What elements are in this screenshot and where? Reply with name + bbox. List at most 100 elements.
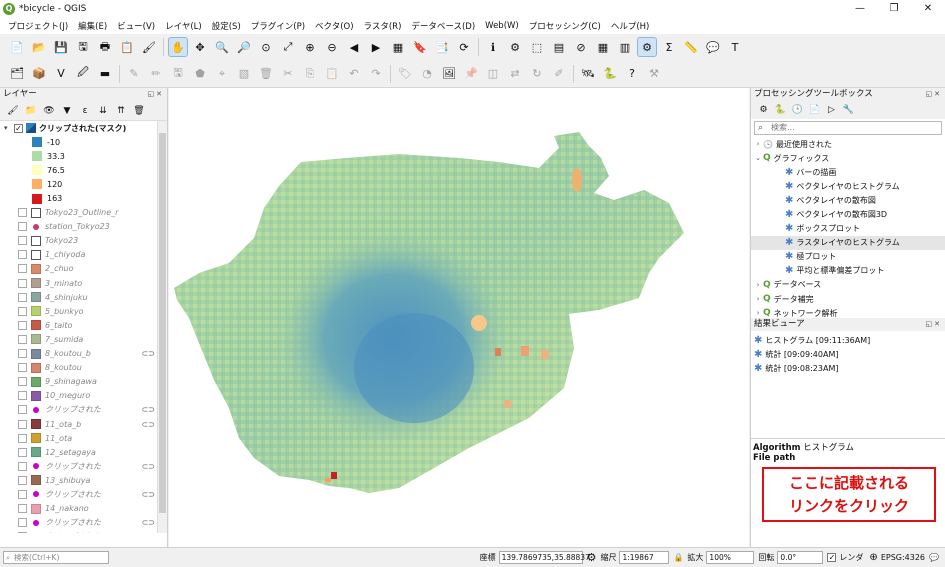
scale-field[interactable]: 1:19867 xyxy=(619,551,670,564)
layer-row[interactable]: 8_koutou_b ⊂⊃ xyxy=(0,347,167,361)
zoom-full-icon[interactable]: ⤢ xyxy=(279,38,297,56)
layer-name[interactable]: Tokyo23 xyxy=(45,236,78,245)
layer-checkbox[interactable] xyxy=(18,222,27,232)
show-bookmarks-icon[interactable]: 📑 xyxy=(433,38,451,56)
add-mesh-icon[interactable]: ▬ xyxy=(96,65,114,83)
open-layer-styling-icon[interactable]: 🖌 xyxy=(6,104,20,118)
layer-row[interactable]: 6_taito xyxy=(0,318,167,332)
add-layer-icon[interactable]: 📦 xyxy=(30,65,48,83)
toolbox-search-input[interactable]: ⌕ 検索... xyxy=(754,121,942,135)
panel-float-close-icon[interactable]: ◱✕ xyxy=(926,88,945,101)
expand-arrow-icon[interactable]: › xyxy=(753,281,763,289)
processing-toolbox-icon[interactable]: ⚙ xyxy=(637,37,657,57)
layer-row[interactable]: 2_chuo xyxy=(0,262,167,276)
text-annotation-icon[interactable]: T xyxy=(726,38,744,56)
menu-vector[interactable]: ベクタ(O) xyxy=(310,20,358,32)
layer-row[interactable]: 12_setagaya xyxy=(0,445,167,459)
undo-icon[interactable]: ↶ xyxy=(345,65,363,83)
layer-row[interactable]: クリップされた ⊂⊃ xyxy=(0,487,167,501)
layer-name[interactable]: 8_koutou xyxy=(45,363,82,372)
layer-checkbox[interactable] xyxy=(18,461,27,471)
result-item[interactable]: ✱ 統計 [09:08:23AM] xyxy=(751,361,945,375)
layer-name[interactable]: 14_nakano xyxy=(45,504,89,513)
layer-row[interactable]: Tokyo23 xyxy=(0,234,167,248)
layer-checkbox[interactable] xyxy=(18,475,27,485)
actions-icon[interactable]: ⚙ xyxy=(506,38,524,56)
menu-settings[interactable]: 設定(S) xyxy=(207,20,246,32)
layer-checkbox[interactable] xyxy=(18,292,27,302)
show-hide-labels-icon[interactable]: ◫ xyxy=(484,65,502,83)
collapse-arrow-icon[interactable]: ▾ xyxy=(4,124,14,132)
move-label-icon[interactable]: ⇄ xyxy=(506,65,524,83)
layer-name[interactable]: station_Tokyo23 xyxy=(45,222,110,231)
messages-icon[interactable]: 💬 xyxy=(929,553,939,562)
coordinate-field[interactable]: 139.7869735,35.88837 xyxy=(498,551,590,564)
layer-row[interactable]: station_Tokyo23 xyxy=(0,220,167,234)
help-icon[interactable]: ? xyxy=(623,65,641,83)
layers-scrollbar[interactable] xyxy=(157,121,167,533)
results-viewer-icon[interactable]: 📄 xyxy=(808,104,821,117)
menu-layer[interactable]: レイヤ(L) xyxy=(160,20,207,32)
expand-arrow-icon[interactable]: › xyxy=(753,295,763,303)
menu-database[interactable]: データベース(D) xyxy=(406,20,480,32)
layer-name[interactable]: クリップされた xyxy=(45,404,101,415)
pan-icon[interactable]: ✋ xyxy=(168,37,188,57)
statistics-sigma-icon[interactable]: Σ xyxy=(660,38,678,56)
layer-checkbox[interactable] xyxy=(18,447,27,457)
python-scripts-icon[interactable]: 🐍 xyxy=(774,104,787,117)
layer-checkbox[interactable] xyxy=(18,405,27,415)
zoom-selection-icon[interactable]: ⊕ xyxy=(301,38,319,56)
layer-row[interactable]: 13_shibuya xyxy=(0,473,167,487)
layer-row[interactable]: 4_shinjuku xyxy=(0,290,167,304)
raster-map[interactable] xyxy=(169,88,749,547)
menu-project[interactable]: プロジェクト(J) xyxy=(3,20,73,32)
layer-name[interactable]: クリップされた xyxy=(45,489,101,500)
zoom-next-icon[interactable]: ▶ xyxy=(367,38,385,56)
current-edits-icon[interactable]: ✎ xyxy=(125,65,143,83)
layout-manager-icon[interactable]: 📋 xyxy=(118,38,136,56)
measure-icon[interactable]: 📏 xyxy=(682,38,700,56)
pan-to-selection-icon[interactable]: ✥ xyxy=(191,38,209,56)
result-item[interactable]: ✱ 統計 [09:09:40AM] xyxy=(751,347,945,361)
layer-checkbox[interactable] xyxy=(18,334,27,344)
layer-name[interactable]: 10_meguro xyxy=(45,391,90,400)
scrollbar-thumb[interactable] xyxy=(159,133,166,513)
layer-name[interactable]: 6_taito xyxy=(45,321,72,330)
vertex-tool-icon[interactable]: ⌖ xyxy=(213,65,231,83)
menu-web[interactable]: Web(W) xyxy=(480,21,524,31)
restore-button[interactable]: ❐ xyxy=(877,0,911,18)
layer-name[interactable]: 11_ota_b xyxy=(45,420,81,429)
field-calculator-icon[interactable]: ▥ xyxy=(616,38,634,56)
locator-search-input[interactable]: ⌕ 検索(Ctrl+K) xyxy=(3,551,109,564)
style-manager-icon[interactable]: 🖌 xyxy=(140,38,158,56)
layer-checkbox[interactable] xyxy=(18,532,27,533)
tree-algorithm[interactable]: ✱ 極プロット xyxy=(751,250,945,264)
layer-checkbox[interactable] xyxy=(18,433,27,443)
layer-name[interactable]: 2_chuo xyxy=(45,264,74,273)
layer-row[interactable]: 9_shinagawa xyxy=(0,375,167,389)
filter-legend-icon[interactable]: ▼ xyxy=(60,104,74,118)
toggle-extents-icon[interactable]: ⚙ xyxy=(587,551,597,564)
layer-name[interactable]: クリップされた xyxy=(45,531,101,533)
identify-icon[interactable]: ℹ xyxy=(484,38,502,56)
layer-labeling-icon[interactable]: 🖼 xyxy=(440,65,458,83)
tree-algorithm[interactable]: ✱ ラスタレイヤのヒストグラム xyxy=(751,235,945,250)
layer-checkbox[interactable] xyxy=(18,306,27,316)
layer-row[interactable]: 11_ota_b ⊂⊃ xyxy=(0,417,167,431)
collapse-all-icon[interactable]: ⇈ xyxy=(114,104,128,118)
layer-checkbox[interactable] xyxy=(18,518,27,528)
layer-checkbox[interactable] xyxy=(18,208,27,218)
zoom-layer-icon[interactable]: ⊖ xyxy=(323,38,341,56)
attribute-table-icon[interactable]: ▦ xyxy=(594,38,612,56)
magnifier-field[interactable]: 100% xyxy=(706,551,755,564)
menu-edit[interactable]: 編集(E) xyxy=(73,20,112,32)
rotate-label-icon[interactable]: ↻ xyxy=(528,65,546,83)
map-canvas[interactable] xyxy=(169,88,749,547)
menu-processing[interactable]: プロセッシング(C) xyxy=(524,20,606,32)
tree-algorithm[interactable]: ✱ ベクタレイヤのヒストグラム xyxy=(751,179,945,193)
layer-row[interactable]: 7_sumida xyxy=(0,332,167,346)
redo-icon[interactable]: ↷ xyxy=(367,65,385,83)
toggle-editing-icon[interactable]: ✏ xyxy=(147,65,165,83)
expand-all-icon[interactable]: ⇊ xyxy=(96,104,110,118)
layer-checkbox[interactable] xyxy=(18,278,27,288)
